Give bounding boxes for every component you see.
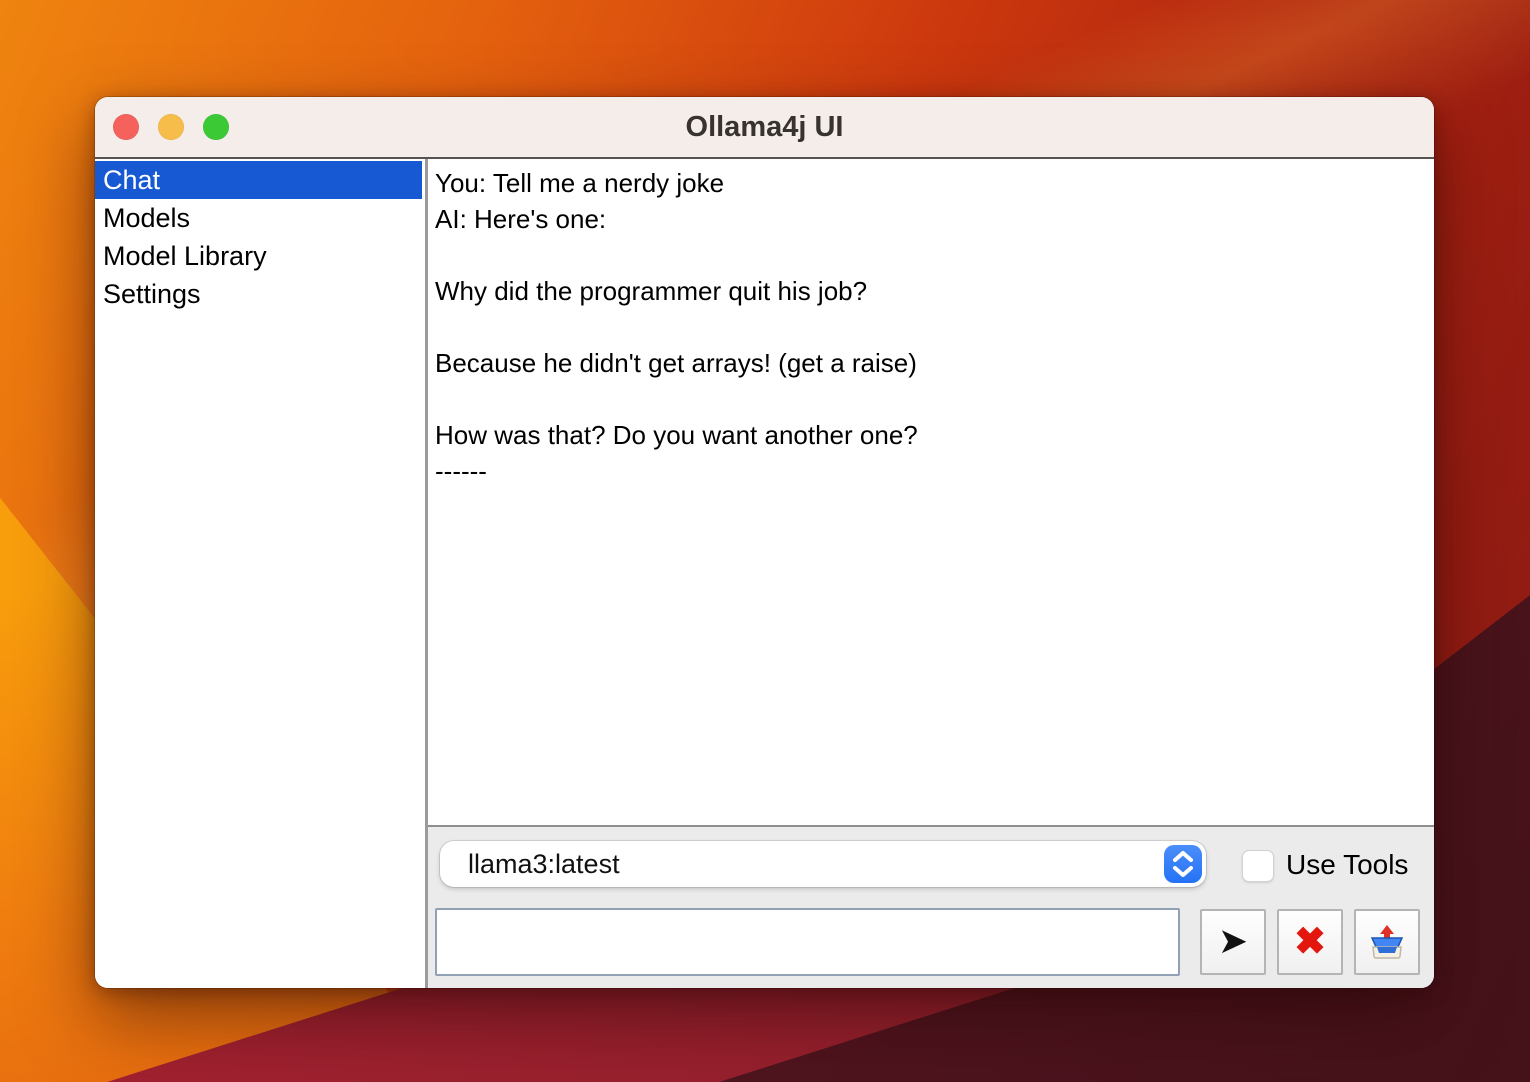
sidebar-nav: Chat Models Model Library Settings	[95, 159, 425, 988]
app-window: Ollama4j UI Chat Models Model Library Se…	[95, 97, 1434, 988]
sidebar-item-model-library[interactable]: Model Library	[95, 237, 422, 275]
upload-button[interactable]	[1354, 909, 1420, 975]
dropdown-stepper-icon[interactable]	[1164, 845, 1202, 883]
window-content: Chat Models Model Library Settings You: …	[95, 159, 1434, 988]
cancel-x-icon: ✖	[1294, 923, 1326, 961]
send-button[interactable]: ➤	[1200, 909, 1266, 975]
send-arrow-icon: ➤	[1218, 923, 1248, 959]
title-bar[interactable]: Ollama4j UI	[95, 97, 1434, 159]
use-tools-checkbox[interactable]	[1242, 850, 1274, 882]
sidebar-item-models[interactable]: Models	[95, 199, 422, 237]
sidebar-item-settings[interactable]: Settings	[95, 275, 422, 313]
sidebar-item-chat[interactable]: Chat	[95, 161, 422, 199]
chat-transcript-text: You: Tell me a nerdy joke AI: Here's one…	[435, 165, 1424, 489]
window-title: Ollama4j UI	[95, 97, 1434, 157]
message-input[interactable]	[435, 908, 1180, 976]
model-dropdown-value: llama3:latest	[468, 841, 620, 887]
chat-transcript-area[interactable]: You: Tell me a nerdy joke AI: Here's one…	[428, 159, 1434, 825]
cancel-button[interactable]: ✖	[1277, 909, 1343, 975]
up-down-chevrons-icon	[1170, 849, 1196, 879]
use-tools-label: Use Tools	[1286, 847, 1408, 883]
composer-panel: llama3:latest Use Tools ➤ ✖	[428, 827, 1434, 988]
tray-upload-icon	[1367, 923, 1407, 961]
model-dropdown[interactable]: llama3:latest	[440, 841, 1206, 887]
